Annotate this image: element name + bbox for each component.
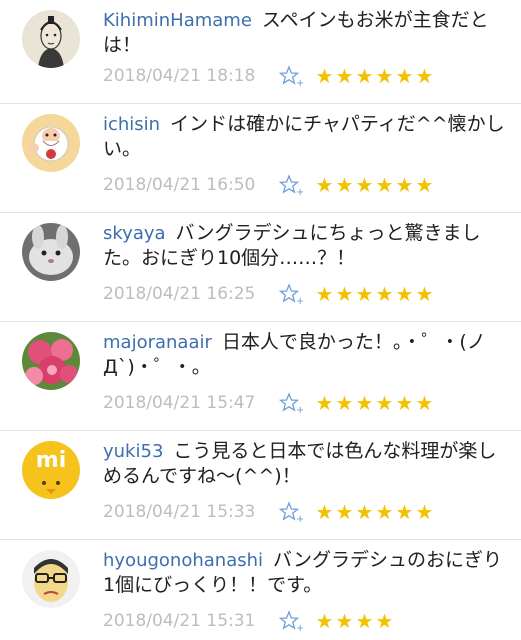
timestamp: 2018/04/21 15:33 — [103, 502, 256, 522]
star-icon: ★ — [315, 64, 335, 88]
avatar[interactable] — [22, 223, 80, 281]
comment-meta: 2018/04/21 16:50 + ★★★★★★ — [103, 173, 435, 197]
comment-item[interactable]: majoranaair 日本人で良かった！。・゜・(ノД`)・゜・。 2018/0… — [0, 322, 521, 431]
star-icon: ★ — [375, 173, 395, 197]
comment-meta: 2018/04/21 15:47 + ★★★★★★ — [103, 391, 435, 415]
star-rating[interactable]: ★★★★★★ — [315, 282, 435, 306]
username-link[interactable]: majoranaair — [103, 332, 212, 353]
star-icon: ★ — [355, 282, 375, 306]
comment-body: yuki53 こう見ると日本では色んな料理が楽しめるんですね〜(^^)！ — [103, 439, 508, 489]
star-icon: ★ — [315, 500, 335, 524]
star-icon: ★ — [395, 391, 415, 415]
svg-text:+: + — [296, 296, 303, 305]
star-icon: ★ — [415, 64, 435, 88]
star-icon: ★ — [355, 500, 375, 524]
comment-item[interactable]: skyaya バングラデシュにちょっと驚きました。おにぎり10個分……？！ 201… — [0, 213, 521, 322]
comment-meta: 2018/04/21 15:31 + ★★★★ — [103, 609, 395, 633]
star-icon: ★ — [375, 609, 395, 633]
star-icon: ★ — [375, 500, 395, 524]
star-icon: ★ — [315, 282, 335, 306]
avatar[interactable] — [22, 10, 80, 68]
star-icon: ★ — [375, 282, 395, 306]
star-icon: ★ — [395, 282, 415, 306]
star-icon: ★ — [335, 282, 355, 306]
username-link[interactable]: ichisin — [103, 114, 160, 135]
comment-body: hyougonohanashi バングラデシュのおにぎり1個にびっくり！！です。 — [103, 548, 508, 598]
add-star-icon[interactable]: + — [279, 65, 303, 87]
timestamp: 2018/04/21 18:18 — [103, 66, 256, 86]
comment-body: majoranaair 日本人で良かった！。・゜・(ノД`)・゜・。 — [103, 330, 508, 380]
star-icon: ★ — [395, 64, 415, 88]
timestamp: 2018/04/21 16:25 — [103, 284, 256, 304]
timestamp: 2018/04/21 16:50 — [103, 175, 256, 195]
comment-text: インドは確かにチャパティだ^^懐かしい。 — [103, 113, 505, 160]
star-icon: ★ — [335, 173, 355, 197]
comment-item[interactable]: KihiminHamame スペインもお米が主食だとは！ 2018/04/21 1… — [0, 0, 521, 104]
avatar[interactable]: mi — [22, 441, 80, 499]
star-icon: ★ — [335, 391, 355, 415]
comment-list: KihiminHamame スペインもお米が主食だとは！ 2018/04/21 1… — [0, 0, 521, 640]
star-icon: ★ — [315, 391, 335, 415]
avatar[interactable] — [22, 332, 80, 390]
star-rating[interactable]: ★★★★ — [315, 609, 395, 633]
star-icon: ★ — [375, 64, 395, 88]
star-icon: ★ — [415, 500, 435, 524]
star-icon: ★ — [355, 173, 375, 197]
avatar-logo-text: mi — [36, 448, 66, 473]
comment-meta: 2018/04/21 18:18 + ★★★★★★ — [103, 64, 435, 88]
star-icon: ★ — [315, 173, 335, 197]
comment-body: skyaya バングラデシュにちょっと驚きました。おにぎり10個分……？！ — [103, 221, 508, 271]
star-icon: ★ — [415, 173, 435, 197]
comment-item[interactable]: ichisin インドは確かにチャパティだ^^懐かしい。 2018/04/21 1… — [0, 104, 521, 213]
svg-text:+: + — [296, 187, 303, 196]
add-star-icon[interactable]: + — [279, 610, 303, 632]
username-link[interactable]: KihiminHamame — [103, 10, 252, 31]
star-icon: ★ — [335, 500, 355, 524]
svg-text:+: + — [296, 623, 303, 632]
star-rating[interactable]: ★★★★★★ — [315, 173, 435, 197]
star-rating[interactable]: ★★★★★★ — [315, 500, 435, 524]
star-icon: ★ — [355, 391, 375, 415]
username-link[interactable]: yuki53 — [103, 441, 163, 462]
star-icon: ★ — [375, 391, 395, 415]
comment-item[interactable]: hyougonohanashi バングラデシュのおにぎり1個にびっくり！！です。 … — [0, 540, 521, 640]
svg-text:+: + — [296, 514, 303, 523]
star-icon: ★ — [415, 391, 435, 415]
add-star-icon[interactable]: + — [279, 174, 303, 196]
username-link[interactable]: skyaya — [103, 223, 166, 244]
add-star-icon[interactable]: + — [279, 392, 303, 414]
comment-item[interactable]: mi yuki53 こう見ると日本では色んな料理が楽しめるんですね〜(^^)！ 2… — [0, 431, 521, 540]
star-icon: ★ — [315, 609, 335, 633]
avatar[interactable] — [22, 114, 80, 172]
svg-text:+: + — [296, 78, 303, 87]
svg-text:+: + — [296, 405, 303, 414]
comment-body: ichisin インドは確かにチャパティだ^^懐かしい。 — [103, 112, 508, 162]
star-icon: ★ — [395, 173, 415, 197]
comment-meta: 2018/04/21 16:25 + ★★★★★★ — [103, 282, 435, 306]
add-star-icon[interactable]: + — [279, 283, 303, 305]
avatar[interactable] — [22, 550, 80, 608]
star-icon: ★ — [355, 609, 375, 633]
username-link[interactable]: hyougonohanashi — [103, 550, 263, 571]
star-icon: ★ — [415, 282, 435, 306]
star-icon: ★ — [335, 64, 355, 88]
comment-body: KihiminHamame スペインもお米が主食だとは！ — [103, 8, 508, 58]
star-icon: ★ — [395, 500, 415, 524]
timestamp: 2018/04/21 15:47 — [103, 393, 256, 413]
comment-meta: 2018/04/21 15:33 + ★★★★★★ — [103, 500, 435, 524]
star-rating[interactable]: ★★★★★★ — [315, 64, 435, 88]
star-icon: ★ — [355, 64, 375, 88]
add-star-icon[interactable]: + — [279, 501, 303, 523]
star-icon: ★ — [335, 609, 355, 633]
timestamp: 2018/04/21 15:31 — [103, 611, 256, 631]
star-rating[interactable]: ★★★★★★ — [315, 391, 435, 415]
